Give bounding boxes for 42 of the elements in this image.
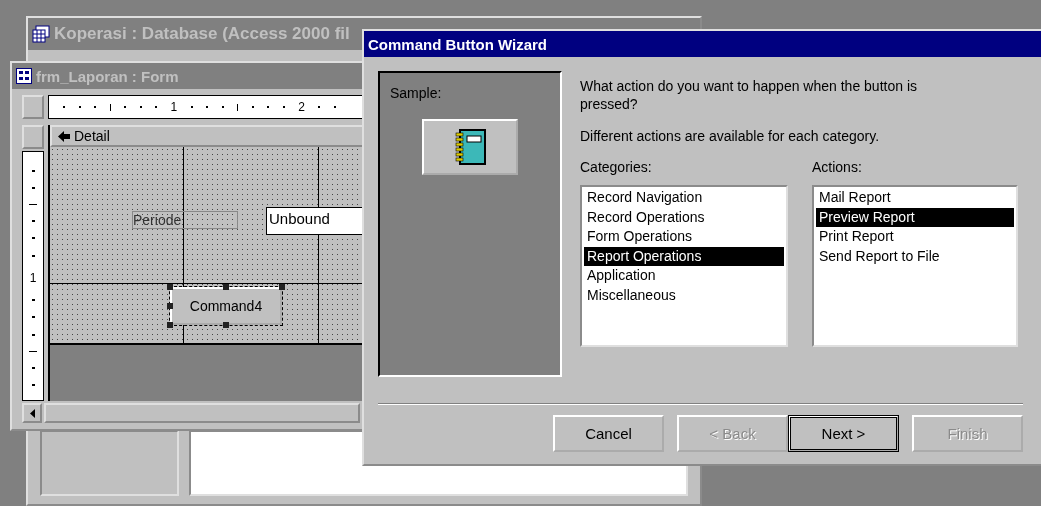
- wizard-button[interactable]: Next >: [788, 415, 899, 452]
- ruler-number: 1: [170, 101, 178, 113]
- category-item[interactable]: Record Operations: [584, 207, 784, 227]
- dialog-title: Command Button Wizard: [368, 35, 548, 53]
- scroll-left-button[interactable]: [22, 403, 42, 423]
- table-icon: [32, 25, 50, 43]
- question-text: What action do you want to happen when the button is pressed?: [580, 77, 918, 113]
- ruler-number: 1: [29, 271, 37, 284]
- window-title: Koperasi : Database (Access 2000 fil: [54, 24, 350, 44]
- left-arrow-icon: [29, 408, 35, 418]
- notebook-icon: [452, 128, 488, 166]
- ruler-number: 2: [298, 101, 305, 113]
- resize-handle[interactable]: [167, 322, 173, 328]
- wizard-button[interactable]: Cancel: [553, 415, 664, 452]
- category-item[interactable]: Record Navigation: [584, 188, 784, 208]
- category-item[interactable]: Miscellaneous: [584, 285, 784, 305]
- resize-handle[interactable]: [167, 284, 173, 290]
- sample-label: Sample:: [390, 85, 442, 101]
- categories-list[interactable]: Record Navigation Record Operations Form Operations Report Operations Application Miscellaneous: [580, 185, 788, 347]
- category-item[interactable]: Report Operations: [584, 246, 784, 266]
- command-button[interactable]: Command4: [170, 287, 282, 325]
- section-arrow-icon: [58, 130, 70, 142]
- action-item[interactable]: Mail Report: [816, 188, 1014, 208]
- window-title: frm_Laporan : Form: [36, 67, 179, 85]
- section-selector[interactable]: [22, 125, 44, 149]
- resize-handle[interactable]: [167, 303, 173, 309]
- category-item[interactable]: Application: [584, 266, 784, 286]
- action-item[interactable]: Print Report: [816, 227, 1014, 247]
- actions-list[interactable]: Mail Report Preview Report Print Report Send Report to File: [812, 185, 1018, 347]
- category-item[interactable]: Form Operations: [584, 227, 784, 247]
- action-item[interactable]: Preview Report: [816, 207, 1014, 227]
- categories-label: Categories:: [580, 159, 653, 175]
- resize-handle[interactable]: [223, 322, 229, 328]
- periode-label[interactable]: Periode: [132, 211, 238, 229]
- form-icon: [16, 68, 32, 84]
- resize-handle[interactable]: [279, 284, 285, 290]
- form-selector[interactable]: [22, 95, 44, 119]
- resize-handle[interactable]: [223, 284, 229, 290]
- section-label: Detail: [74, 128, 110, 144]
- action-item[interactable]: Send Report to File: [816, 246, 1014, 266]
- actions-label: Actions:: [812, 159, 863, 175]
- hint-text: Different actions are available for each category.: [580, 127, 881, 145]
